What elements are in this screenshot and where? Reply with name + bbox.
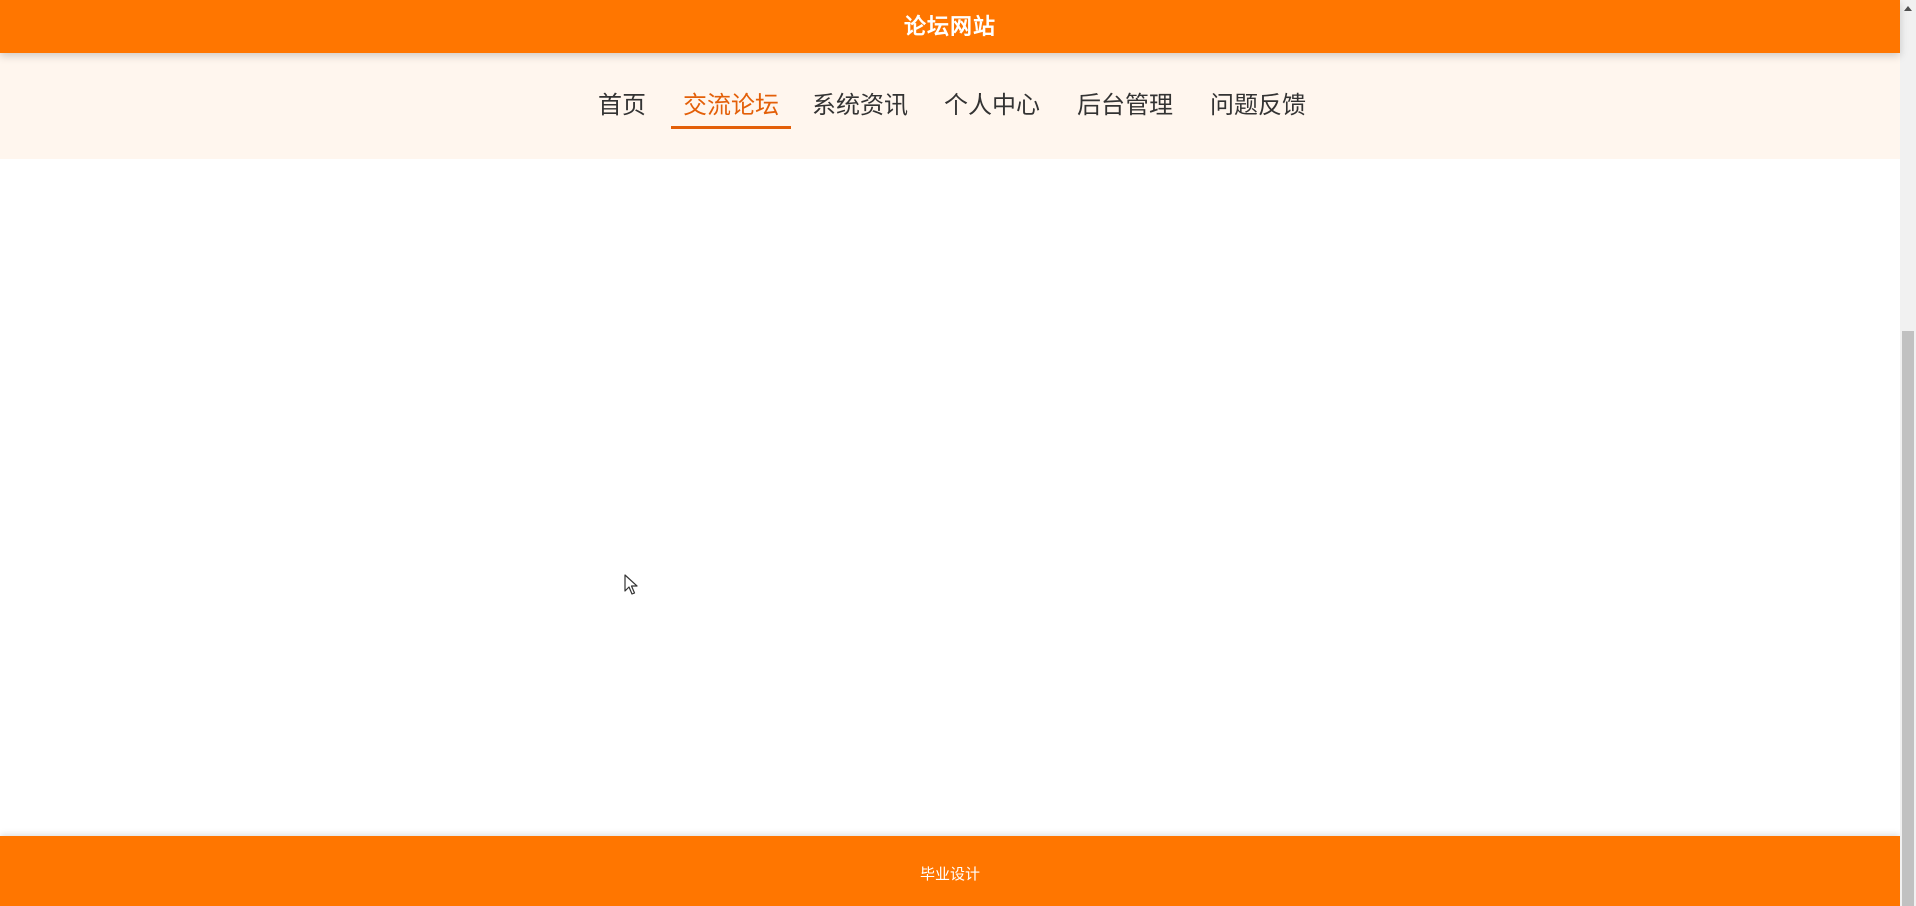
scroll-up-arrow-icon[interactable]	[1900, 0, 1916, 16]
nav-item-profile[interactable]: 个人中心	[944, 81, 1040, 125]
nav-item-feedback[interactable]: 问题反馈	[1210, 81, 1306, 125]
forum-page: 论坛网站 首页 交流论坛 系统资讯 个人中心 后台管理 问题反馈 毕业设计	[0, 0, 1916, 906]
page-footer: 毕业设计	[0, 836, 1900, 906]
nav-item-admin[interactable]: 后台管理	[1077, 81, 1173, 125]
footer-text: 毕业设计	[919, 865, 980, 883]
top-header: 论坛网站	[0, 0, 1900, 53]
site-title: 论坛网站	[903, 15, 996, 40]
main-content-area: 论坛网站 首页 交流论坛 系统资讯 个人中心 后台管理 问题反馈 毕业设计	[0, 0, 1900, 906]
nav-item-forum[interactable]: 交流论坛	[671, 81, 791, 129]
vertical-scrollbar[interactable]	[1900, 0, 1916, 906]
nav-list: 首页 交流论坛 系统资讯 个人中心 后台管理 问题反馈	[598, 81, 1306, 129]
nav-item-home[interactable]: 首页	[598, 81, 646, 125]
nav-item-news[interactable]: 系统资讯	[812, 81, 908, 125]
main-navigation: 首页 交流论坛 系统资讯 个人中心 后台管理 问题反馈	[0, 53, 1900, 159]
scroll-thumb[interactable]	[1902, 331, 1914, 906]
mouse-pointer-icon	[624, 574, 638, 595]
